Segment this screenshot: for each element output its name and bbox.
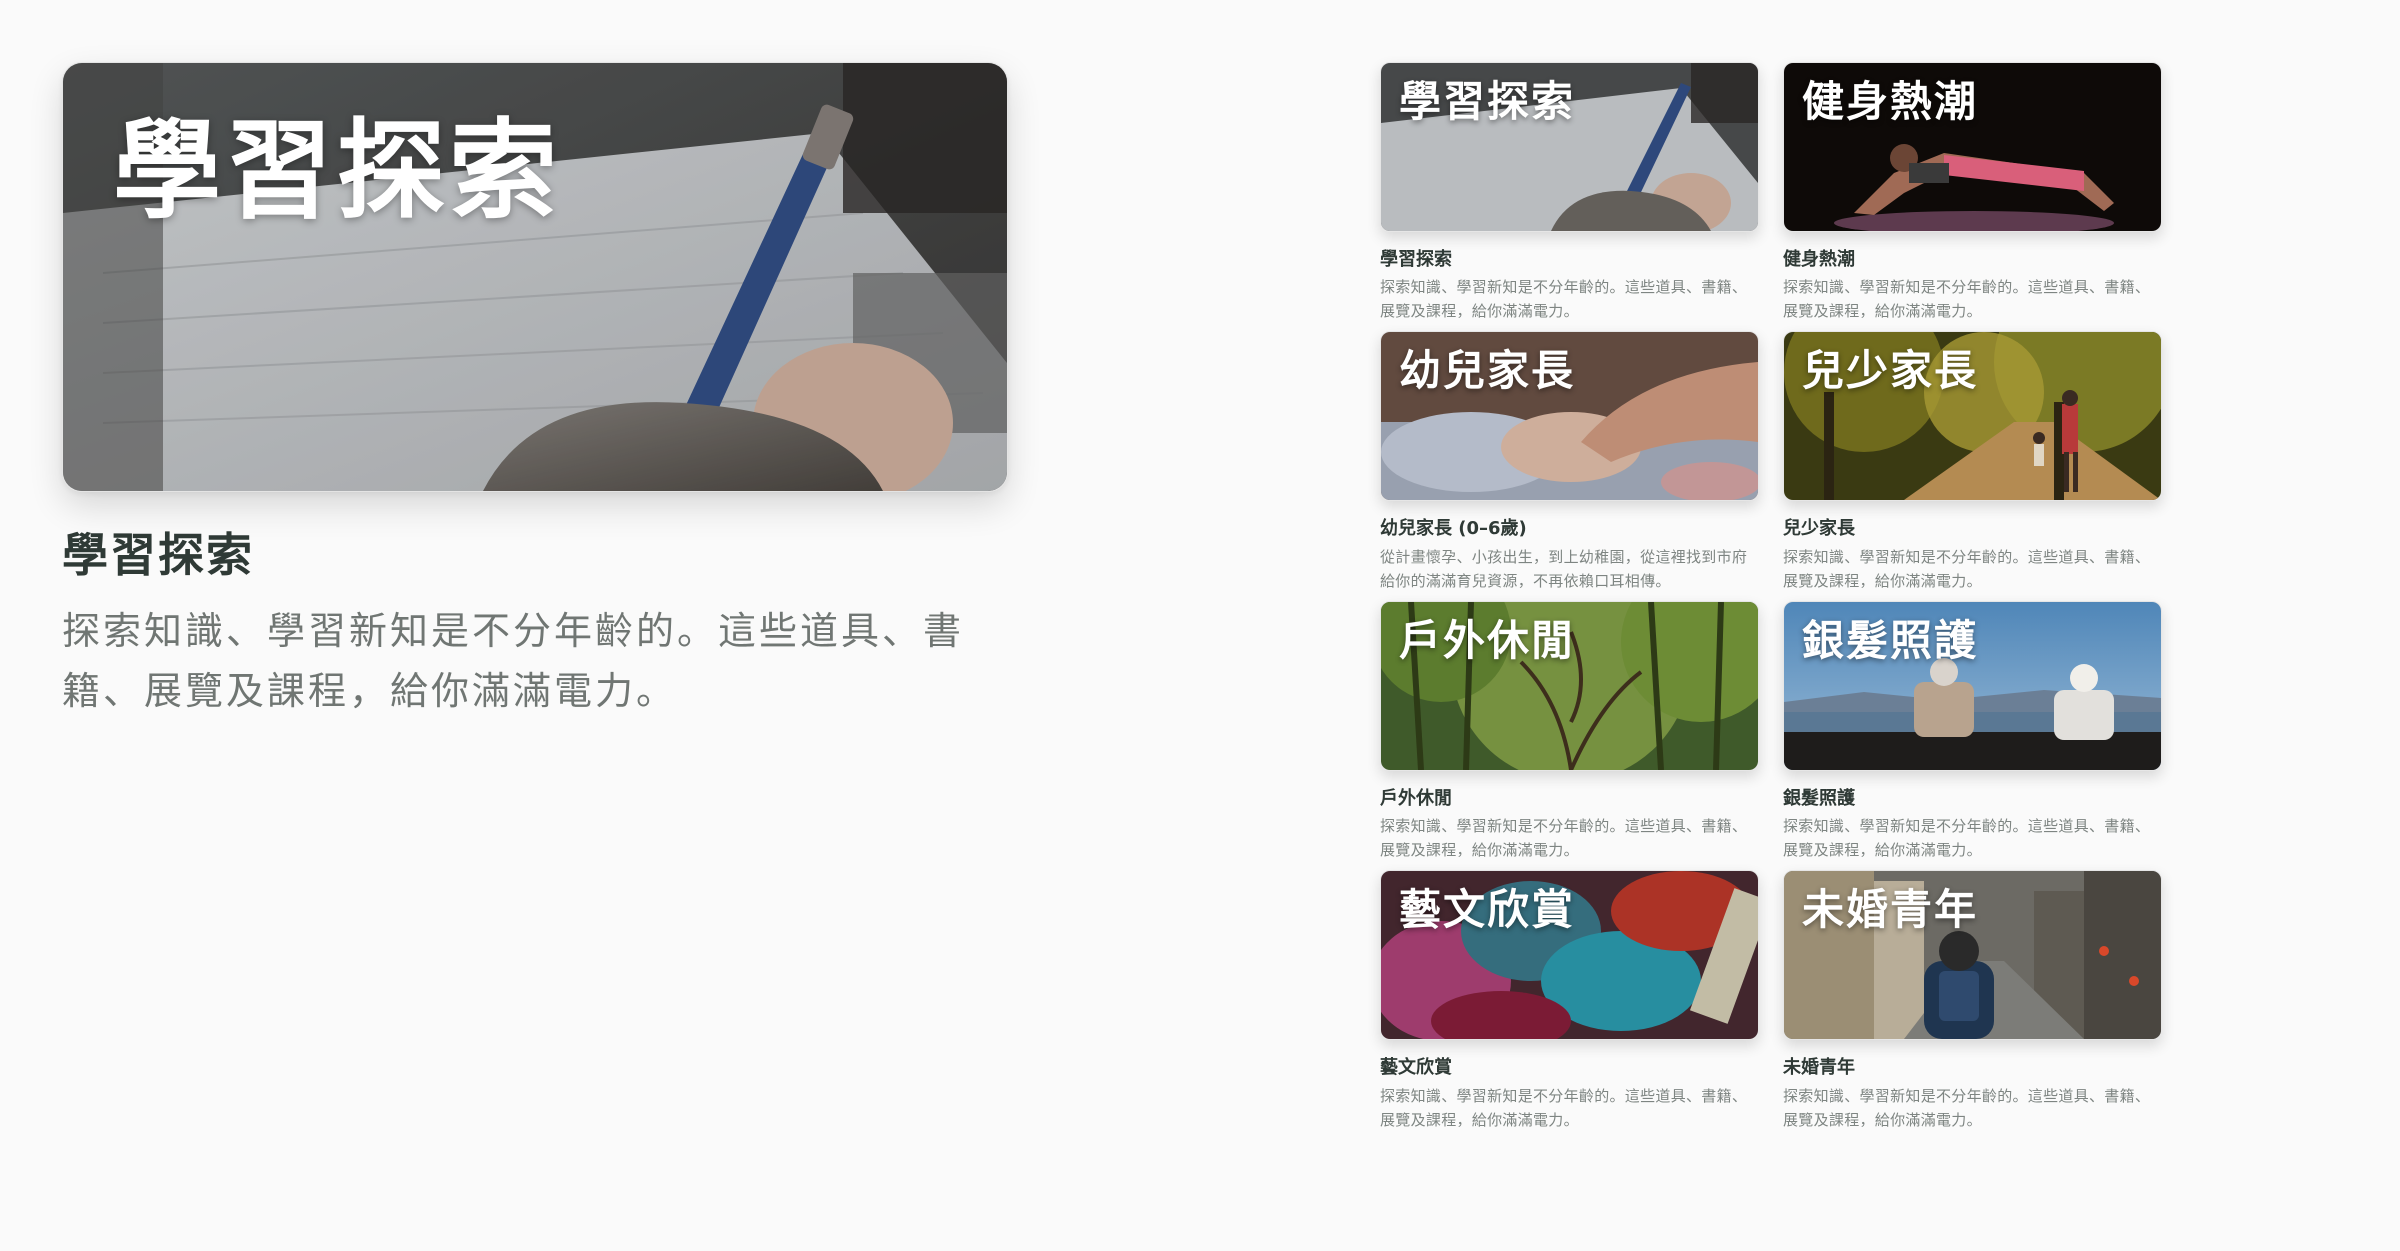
- category-card-arts[interactable]: 藝文欣賞 藝文欣賞 探索知識、學習新知是不分年齡的。這些道具、書籍、展覽及課程，…: [1380, 870, 1759, 1131]
- card-overlay-title: 銀髮照護: [1802, 615, 1979, 665]
- card-image[interactable]: 幼兒家長: [1380, 331, 1759, 502]
- card-image[interactable]: 藝文欣賞: [1380, 870, 1759, 1041]
- category-card-outdoor[interactable]: 戶外休閒 戶外休閒 探索知識、學習新知是不分年齡的。這些道具、書籍、展覽及課程，…: [1380, 600, 1759, 862]
- featured-description: 探索知識、學習新知是不分年齡的。這些道具、書籍、展覽及課程，給你滿滿電力。: [62, 609, 965, 714]
- card-image[interactable]: 銀髮照護: [1783, 600, 2162, 771]
- card-description: 從計畫懷孕、小孩出生，到上幼稚園，從這裡找到市府給你的滿滿育兒資源，不再依賴口耳…: [1380, 547, 1748, 590]
- card-title: 兒少家長: [1783, 518, 1855, 540]
- card-image[interactable]: 健身熱潮: [1783, 62, 2162, 232]
- card-title: 學習探索: [1380, 249, 1452, 270]
- card-overlay-title: 健身熱潮: [1802, 77, 1979, 126]
- card-description: 探索知識、學習新知是不分年齡的。這些道具、書籍、展覽及課程，給你滿滿電力。: [1783, 1086, 2151, 1129]
- card-description: 探索知識、學習新知是不分年齡的。這些道具、書籍、展覽及課程，給你滿滿電力。: [1380, 278, 1748, 321]
- card-description: 探索知識、學習新知是不分年齡的。這些道具、書籍、展覽及課程，給你滿滿電力。: [1380, 817, 1748, 860]
- card-description: 探索知識、學習新知是不分年齡的。這些道具、書籍、展覽及課程，給你滿滿電力。: [1783, 547, 2151, 590]
- category-card-fitness[interactable]: 健身熱潮 健身熱潮 探索知識、學習新知是不分年齡的。這些道具、書籍、展覽及課程，…: [1783, 62, 2162, 323]
- category-card-learning[interactable]: 學習探索 學習探索 探索知識、學習新知是不分年齡的。這些道具、書籍、展覽及課程，…: [1380, 62, 1759, 323]
- category-card-youth-parents[interactable]: 兒少家長 兒少家長 探索知識、學習新知是不分年齡的。這些道具、書籍、展覽及課程，…: [1783, 331, 2162, 592]
- category-card-senior-care[interactable]: 銀髮照護 銀髮照護 探索知識、學習新知是不分年齡的。這些道具、書籍、展覽及課程，…: [1783, 600, 2162, 862]
- card-overlay-title: 學習探索: [1399, 77, 1576, 126]
- card-image[interactable]: 兒少家長: [1783, 331, 2162, 502]
- featured-card[interactable]: 學習探索 學習探索 探索知識、學習新知是不分年齡的。這些道具、書籍、展覽及課程，…: [62, 62, 1008, 721]
- page: 學習探索 學習探索 探索知識、學習新知是不分年齡的。這些道具、書籍、展覽及課程，…: [0, 0, 2400, 1251]
- category-card-toddler-parents[interactable]: 幼兒家長 幼兒家長 (0–6歲) 從計畫懷孕、小孩出生，到上幼稚園，從這裡找到市…: [1380, 331, 1759, 592]
- featured-heading: 學習探索: [62, 528, 254, 582]
- card-overlay-title: 未婚青年: [1802, 885, 1979, 935]
- card-image[interactable]: 未婚青年: [1783, 870, 2162, 1041]
- card-title: 藝文欣賞: [1380, 1057, 1452, 1079]
- featured-image[interactable]: 學習探索: [62, 62, 1008, 492]
- card-overlay-title: 藝文欣賞: [1399, 885, 1576, 935]
- category-grid: 學習探索 學習探索 探索知識、學習新知是不分年齡的。這些道具、書籍、展覽及課程，…: [1380, 62, 2162, 1132]
- card-title: 戶外休閒: [1380, 787, 1452, 809]
- card-title: 未婚青年: [1783, 1057, 1855, 1079]
- card-overlay-title: 幼兒家長: [1399, 346, 1576, 396]
- featured-overlay-title: 學習探索: [113, 109, 562, 234]
- card-image[interactable]: 學習探索: [1380, 62, 1759, 232]
- card-description: 探索知識、學習新知是不分年齡的。這些道具、書籍、展覽及課程，給你滿滿電力。: [1380, 1086, 1748, 1129]
- card-description: 探索知識、學習新知是不分年齡的。這些道具、書籍、展覽及課程，給你滿滿電力。: [1783, 278, 2151, 321]
- card-overlay-title: 戶外休閒: [1399, 615, 1576, 665]
- card-overlay-title: 兒少家長: [1802, 346, 1979, 396]
- card-title: 幼兒家長 (0–6歲): [1380, 518, 1527, 540]
- card-description: 探索知識、學習新知是不分年齡的。這些道具、書籍、展覽及課程，給你滿滿電力。: [1783, 817, 2151, 860]
- card-title: 銀髮照護: [1783, 787, 1855, 809]
- card-title: 健身熱潮: [1783, 249, 1855, 270]
- card-image[interactable]: 戶外休閒: [1380, 600, 1759, 771]
- category-card-single-youth[interactable]: 未婚青年 未婚青年 探索知識、學習新知是不分年齡的。這些道具、書籍、展覽及課程，…: [1783, 870, 2162, 1131]
